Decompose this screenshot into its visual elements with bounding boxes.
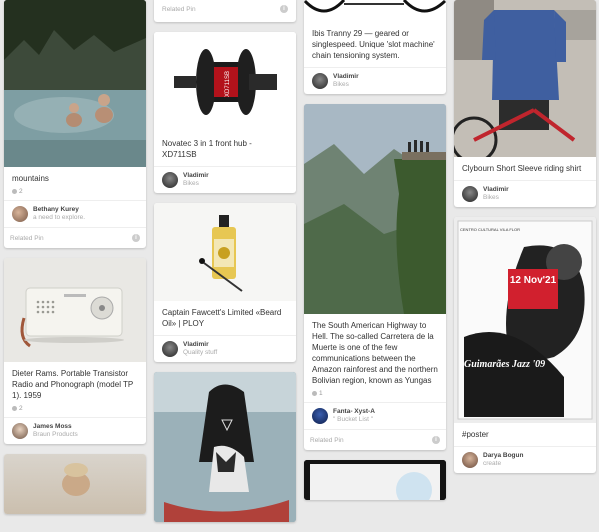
pin-description: mountains [12, 174, 49, 183]
pin-card-highway[interactable]: The South American Highway to Hell. The … [304, 104, 446, 450]
pin-credit[interactable]: Darya Bogun create [454, 446, 596, 473]
pin-column-2: Related Pin i XD711SB Novatec 3 in 1 fro… [154, 0, 296, 532]
pin-description: Ibis Tranny 29 — geared or singlespeed. … [312, 29, 435, 60]
repin-icon [12, 188, 17, 194]
pin-credit[interactable]: Fanta- Xyst-A " Bucket List " [304, 402, 446, 429]
pin-card-mountains[interactable]: mountains 2 Bethany Kurey a need to expl… [4, 0, 146, 248]
pin-card-husky[interactable] [154, 372, 296, 522]
dark-photo [304, 460, 446, 500]
repin-count: 1 [304, 388, 446, 402]
related-pin-bar[interactable]: Related Pin i [4, 227, 146, 248]
cyclist-photo [454, 0, 596, 157]
pin-description: The South American Highway to Hell. The … [312, 321, 438, 385]
board-name[interactable]: Bikes [183, 180, 209, 188]
pinner-name[interactable]: Darya Bogun [483, 452, 523, 460]
related-pin-bar[interactable]: Related Pin i [304, 429, 446, 450]
hot-spring-photo [4, 0, 146, 167]
board-name[interactable]: create [483, 460, 523, 468]
pin-card-partial[interactable] [304, 460, 446, 500]
pin-image-shirt[interactable] [454, 0, 596, 157]
pinner-name[interactable]: Vladimir [483, 186, 509, 194]
pinner-name[interactable]: Vladimir [333, 73, 359, 81]
avatar[interactable] [162, 341, 178, 357]
pin-card-hub[interactable]: XD711SB Novatec 3 in 1 front hub - XD711… [154, 32, 296, 193]
info-icon[interactable]: i [132, 234, 140, 242]
avatar[interactable] [312, 73, 328, 89]
board-name[interactable]: Bikes [333, 81, 359, 89]
avatar[interactable] [462, 452, 478, 468]
related-pin-label: Related Pin [310, 436, 344, 444]
pin-image-ibis[interactable] [304, 0, 446, 22]
pin-image-mountains[interactable] [4, 0, 146, 167]
pinner-name[interactable]: Vladimir [183, 341, 217, 349]
pin-image-poster[interactable]: 12 Nov'21 Guimarães Jazz '09 CENTRO CULT… [454, 217, 596, 423]
pin-description: Captain Fawcett's Limited «Beard Oil» | … [162, 308, 282, 328]
pin-credit[interactable]: Vladimir Quality stuff [154, 335, 296, 362]
repin-icon [12, 405, 17, 411]
pinner-name[interactable]: Fanta- Xyst-A [333, 408, 375, 416]
pin-card-radio[interactable]: Dieter Rams. Portable Transistor Radio a… [4, 258, 146, 444]
pin-column-3: Ibis Tranny 29 — geared or singlespeed. … [304, 0, 446, 510]
pin-description: Novatec 3 in 1 front hub - XD711SB [162, 139, 252, 159]
avatar[interactable] [162, 172, 178, 188]
board-name[interactable]: Bikes [483, 194, 509, 202]
repin-icon [312, 390, 317, 396]
pin-card-poster[interactable]: 12 Nov'21 Guimarães Jazz '09 CENTRO CULT… [454, 217, 596, 473]
related-pin-label: Related Pin [162, 5, 196, 13]
pin-column-1: mountains 2 Bethany Kurey a need to expl… [4, 0, 146, 524]
pin-credit[interactable]: Bethany Kurey a need to explore. [4, 200, 146, 227]
pin-description: Clybourn Short Sleeve riding shirt [462, 164, 582, 173]
radio-photo [4, 258, 146, 362]
jazz-poster-image: 12 Nov'21 Guimarães Jazz '09 CENTRO CULT… [454, 217, 596, 423]
pin-card-oil[interactable]: Captain Fawcett's Limited «Beard Oil» | … [154, 203, 296, 362]
beard-oil-photo [154, 203, 296, 301]
pin-column-4: Clybourn Short Sleeve riding shirt Vladi… [454, 0, 596, 483]
board-name[interactable]: Braun Products [33, 431, 78, 439]
info-icon[interactable]: i [280, 5, 288, 13]
info-icon[interactable]: i [432, 436, 440, 444]
avatar[interactable] [312, 408, 328, 424]
pin-credit[interactable]: Vladimir Bikes [304, 67, 446, 94]
pin-card-partial[interactable] [4, 454, 146, 514]
avatar[interactable] [12, 206, 28, 222]
husky-canoe-photo [154, 372, 296, 522]
pin-description: #poster [462, 430, 489, 439]
board-name[interactable]: " Bucket List " [333, 416, 375, 424]
cliff-road-photo [304, 104, 446, 314]
pinner-name[interactable]: Vladimir [183, 172, 209, 180]
pin-image-highway[interactable] [304, 104, 446, 314]
repin-count: 2 [4, 403, 146, 417]
poster-title: Guimarães Jazz '09 [464, 359, 545, 370]
board-name[interactable]: Quality stuff [183, 349, 217, 357]
avatar[interactable] [12, 423, 28, 439]
pin-card-top-related[interactable]: Related Pin i [154, 0, 296, 22]
related-pin-label: Related Pin [10, 234, 44, 242]
pinner-name[interactable]: James Moss [33, 423, 78, 431]
pin-card-shirt[interactable]: Clybourn Short Sleeve riding shirt Vladi… [454, 0, 596, 207]
pinner-name[interactable]: Bethany Kurey [33, 206, 85, 214]
pin-image-radio[interactable] [4, 258, 146, 362]
pin-credit[interactable]: James Moss Braun Products [4, 417, 146, 444]
person-photo [62, 463, 90, 496]
pin-image-husky[interactable] [154, 372, 296, 522]
bike-photo [304, 0, 446, 22]
avatar[interactable] [462, 186, 478, 202]
pin-image-oil[interactable] [154, 203, 296, 301]
hub-label: XD711SB [225, 71, 231, 97]
pin-image-partial[interactable] [4, 454, 146, 514]
related-pin-bar[interactable]: Related Pin i [154, 0, 296, 22]
pin-credit[interactable]: Vladimir Bikes [154, 166, 296, 193]
pin-image-partial[interactable] [304, 460, 446, 500]
pin-credit[interactable]: Vladimir Bikes [454, 180, 596, 207]
pin-description: Dieter Rams. Portable Transistor Radio a… [12, 369, 134, 400]
poster-header: CENTRO CULTURAL VILA FLOR [460, 227, 520, 232]
poster-date: 12 Nov'21 [510, 275, 557, 286]
pin-card-ibis[interactable]: Ibis Tranny 29 — geared or singlespeed. … [304, 0, 446, 94]
repin-count: 2 [4, 186, 146, 200]
board-name[interactable]: a need to explore. [33, 214, 85, 222]
bike-hub-photo: XD711SB [154, 32, 296, 132]
pin-image-hub[interactable]: XD711SB [154, 32, 296, 132]
